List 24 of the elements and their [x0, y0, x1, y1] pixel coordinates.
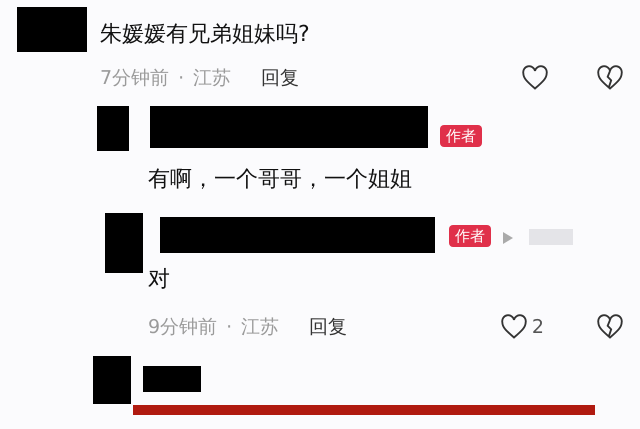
reply-link[interactable]: 回复	[309, 314, 348, 340]
broken-heart-icon[interactable]	[596, 314, 624, 340]
author-tag: 作者	[449, 225, 491, 248]
broken-heart-icon[interactable]	[596, 65, 624, 91]
comment-location: 江苏	[241, 314, 280, 340]
heart-icon[interactable]	[521, 65, 549, 91]
comment-text: 朱媛媛有兄弟姐妹吗?	[100, 22, 310, 48]
author-tag: 作者	[440, 125, 482, 147]
comment-time: 7分钟前	[100, 66, 170, 91]
separator-dot: ·	[178, 67, 184, 89]
triangle-icon	[503, 232, 513, 244]
reply-text: 有啊，一个哥哥，一个姐姐	[148, 167, 413, 194]
heart-icon[interactable]	[500, 314, 528, 340]
redaction-block	[17, 7, 87, 52]
redaction-block	[105, 213, 143, 274]
like-count: 2	[532, 316, 544, 338]
redaction-block	[97, 106, 129, 151]
redaction-block	[143, 366, 201, 392]
redaction-block	[93, 356, 131, 404]
comment-location: 江苏	[193, 66, 232, 91]
reply-text: 对	[148, 267, 171, 294]
separator-dot: ·	[226, 316, 232, 338]
reply-link[interactable]: 回复	[261, 65, 300, 91]
comment-time: 9分钟前	[148, 314, 218, 340]
